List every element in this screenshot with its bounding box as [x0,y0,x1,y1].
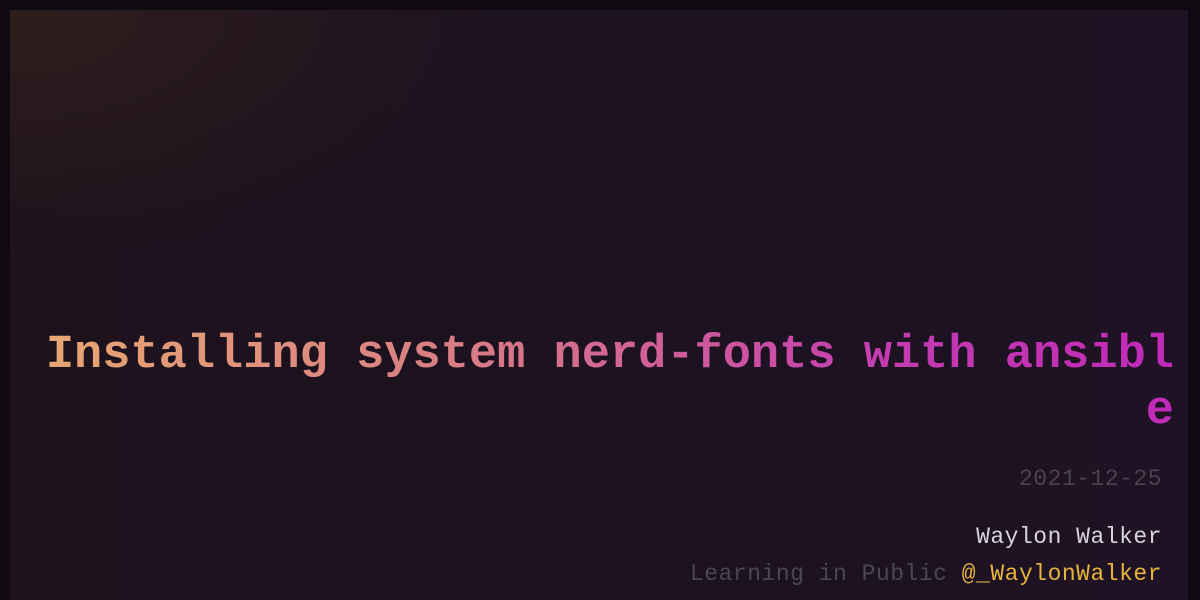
twitter-handle: @_WaylonWalker [961,561,1162,587]
post-title: Installing system nerd-fonts with ansibl… [24,328,1174,440]
page-frame: Installing system nerd-fonts with ansibl… [0,0,1200,600]
author-name: Waylon Walker [976,524,1162,550]
tagline: Learning in Public @_WaylonWalker [690,561,1162,587]
social-card: Installing system nerd-fonts with ansibl… [10,10,1188,600]
tagline-text: Learning in Public [690,561,948,587]
post-date: 2021-12-25 [1018,466,1162,492]
